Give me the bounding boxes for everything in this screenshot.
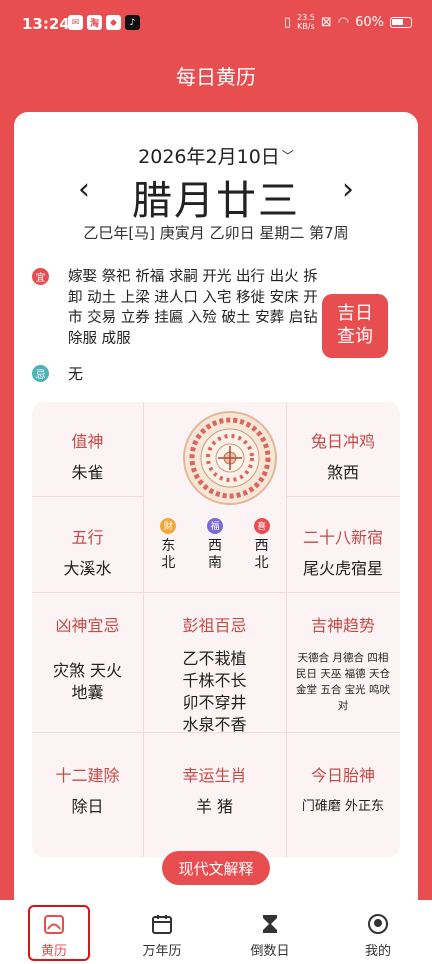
nav-calendar[interactable]: 万年历 <box>108 900 216 964</box>
mail-icon: ✉ <box>68 15 83 30</box>
status-time: 13:24 <box>22 15 70 33</box>
net-speed: 23.5 KB/s <box>297 13 315 31</box>
auspicious-directions: 财 东北 福 西南 喜 西北 <box>145 514 285 572</box>
cell-jishen: 吉神趋势 天德合 月德合 四相 民日 天巫 福德 天仓 金堂 五合 宝光 鸣吠对 <box>296 616 391 712</box>
status-bar: 13:24 ✉ 淘 ◆ ♪ ▯ 23.5 KB/s ⊠ ◠ 60% <box>0 0 432 52</box>
cell-xiongshen: 凶神宜忌 灾煞 天火 地囊 <box>52 616 123 702</box>
shopping-app-icon: 淘 <box>87 15 102 30</box>
lucky-day-search-button[interactable]: 吉日 查询 <box>322 294 388 358</box>
yi-text: 嫁娶 祭祀 祈福 求嗣 开光 出行 出火 拆卸 动土 上梁 进人口 入宅 移徙 … <box>68 269 318 347</box>
grid-divider <box>32 496 143 497</box>
app-icon: ◆ <box>106 15 121 30</box>
notification-icons: ✉ 淘 ◆ ♪ <box>68 15 140 30</box>
page-title: 每日黄历 <box>176 64 256 89</box>
status-right: ▯ 23.5 KB/s ⊠ ◠ 60% <box>284 13 412 31</box>
luopan-compass-icon <box>183 411 277 505</box>
direction-joy: 喜 西北 <box>242 514 282 572</box>
hourglass-icon <box>263 915 277 933</box>
next-day-button[interactable]: › <box>333 172 363 207</box>
vibrate-icon: ▯ <box>283 14 292 30</box>
direction-wealth: 财 东北 <box>148 514 188 572</box>
cell-shengxiao: 幸运生肖 羊 猪 <box>182 766 247 816</box>
ji-badge: 忌 <box>32 365 49 382</box>
nav-countdown[interactable]: 倒数日 <box>216 900 324 964</box>
solar-date: 2026年2月10日 <box>138 146 280 168</box>
ji-section: 忌 无 <box>32 364 83 384</box>
active-tab-highlight <box>28 905 90 961</box>
cell-wuxing: 五行 大溪水 <box>63 528 112 578</box>
cell-jianchu: 十二建除 除日 <box>55 766 120 816</box>
yi-badge: 宜 <box>32 268 49 285</box>
ganzhi-info: 乙巳年[马] 庚寅月 乙卯日 星期二 第7周 <box>83 224 349 242</box>
ji-text: 无 <box>68 365 84 383</box>
grid-divider <box>286 496 400 497</box>
solar-date-picker[interactable]: 2026年2月10日 ﹀ <box>14 142 418 169</box>
cell-xiu: 二十八新宿 尾火虎宿星 <box>302 528 383 578</box>
app-header: 每日黄历 <box>0 52 432 98</box>
chevron-down-icon: ﹀ <box>281 149 294 163</box>
no-sim-icon: ⊠ <box>320 14 332 30</box>
nav-profile[interactable]: 我的 <box>324 900 432 964</box>
wifi-icon: ◠ <box>337 14 350 30</box>
lunar-row: ‹ 腊月廿三 › <box>14 168 418 224</box>
cell-taishen: 今日胎神 门碓磨 外正东 <box>301 766 385 814</box>
yi-section: 宜 嫁娶 祭祀 祈福 求嗣 开光 出行 出火 拆卸 动土 上梁 进人口 入宅 移… <box>32 267 322 349</box>
grid-divider <box>32 592 400 593</box>
profile-icon <box>368 914 388 934</box>
tiktok-icon: ♪ <box>125 15 140 30</box>
cell-chong: 兔日冲鸡 煞西 <box>310 432 375 482</box>
almanac-grid: 值神 朱雀 财 东北 福 西南 喜 西北 兔日冲鸡 煞西 五行 大溪水 二十八新… <box>32 402 400 857</box>
calendar-icon <box>152 915 172 934</box>
cell-zhishen: 值神 朱雀 <box>71 432 104 482</box>
modern-explanation-button[interactable]: 现代文解释 <box>162 851 270 885</box>
direction-fortune: 福 西南 <box>195 514 235 572</box>
battery-icon <box>390 16 412 28</box>
almanac-card: 2026年2月10日 ﹀ ‹ 腊月廿三 › 乙巳年[马] 庚寅月 乙卯日 星期二 … <box>14 112 418 912</box>
cell-pengzu: 彭祖百忌 乙不栽植 千株不长 卯不穿井 水泉不香 <box>182 616 247 734</box>
battery-text: 60% <box>355 14 384 30</box>
